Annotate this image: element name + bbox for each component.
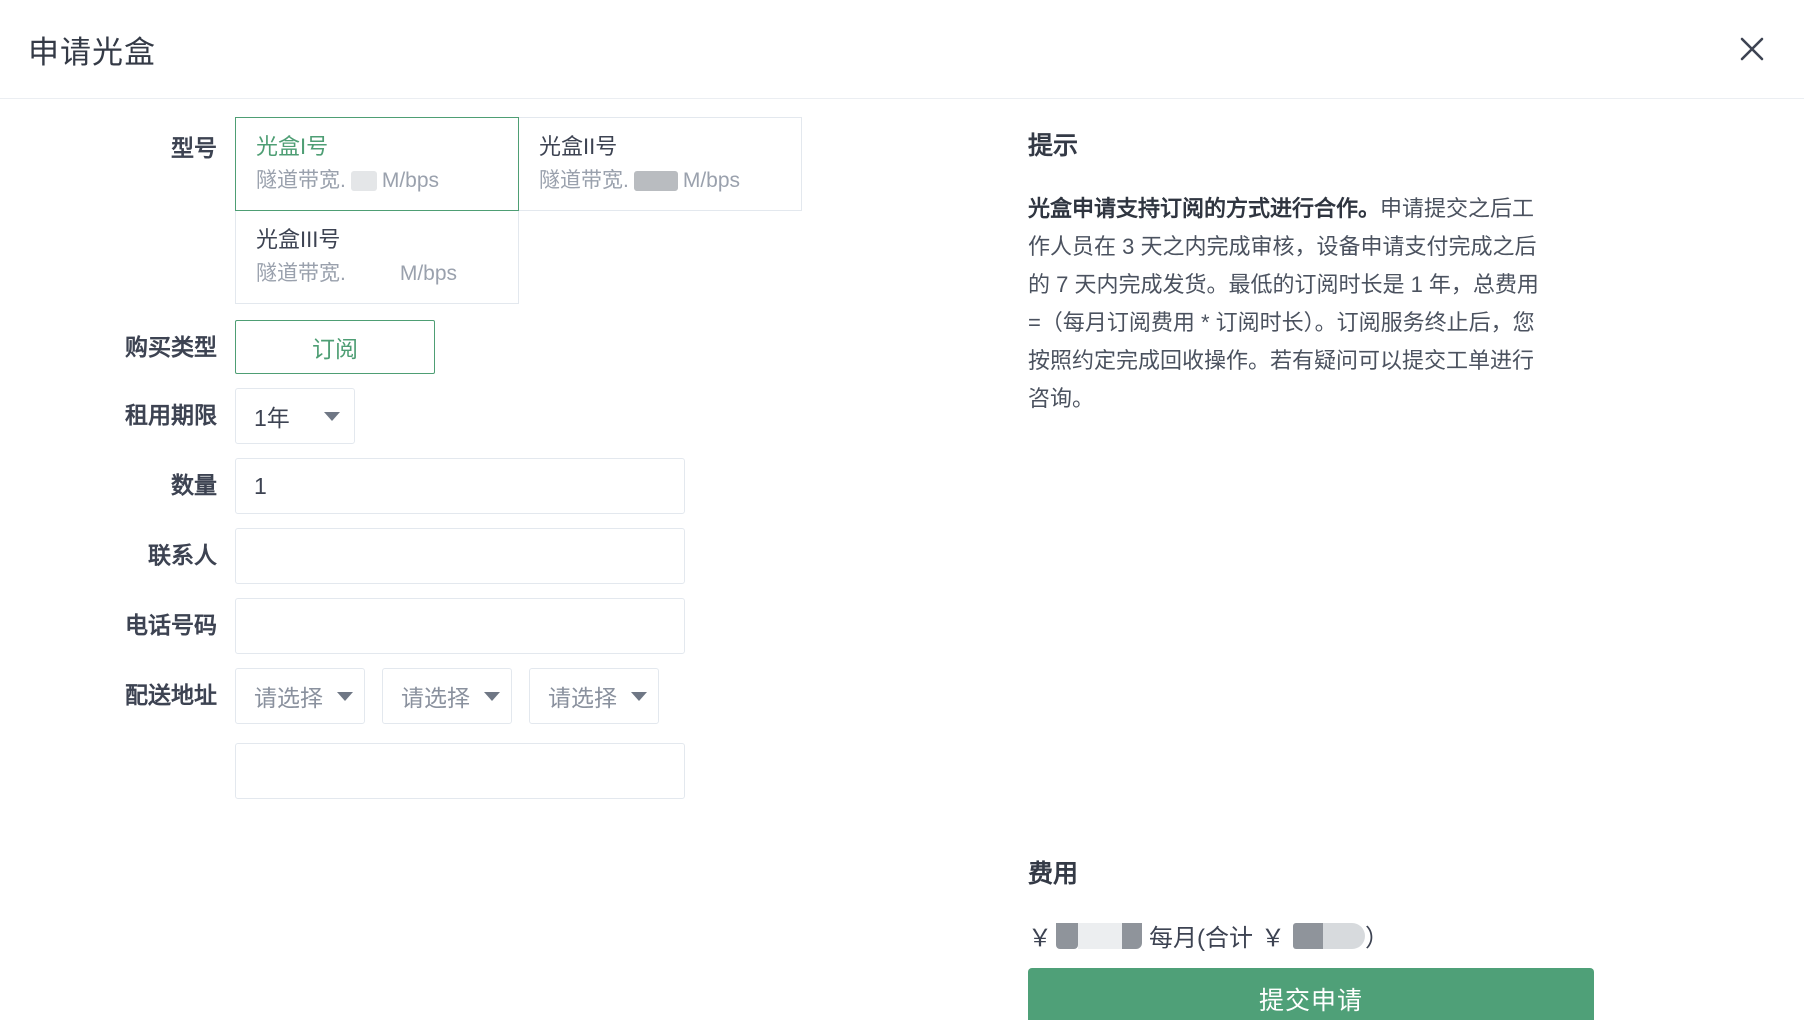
model-card-1-bandwidth: 隧道带宽. M/bps <box>256 167 498 195</box>
address-province-select[interactable]: 请选择 <box>235 668 365 724</box>
quantity-control <box>235 458 1010 514</box>
cost-title: 费用 <box>1028 860 1079 888</box>
model-card-3-name: 光盒III号 <box>256 227 341 252</box>
phone-input[interactable] <box>235 598 685 654</box>
model-card-2-bw-label: 隧道带宽. <box>539 169 629 192</box>
address-city-select[interactable]: 请选择 <box>382 668 512 724</box>
tips-body: 光盒申请支持订阅的方式进行合作。申请提交之后工作人员在 3 天之内完成审核，设备… <box>1028 190 1541 418</box>
address-detail-input[interactable] <box>235 743 685 799</box>
cost-total-redacted-b <box>1323 922 1365 949</box>
address-label: 配送地址 <box>125 682 217 708</box>
model-card-3-bw-unit: M/bps <box>399 262 458 285</box>
form-row-address: 配送地址 请选择 请选择 请选择 <box>0 668 1010 799</box>
cost-monthly-redacted-b <box>1078 922 1122 949</box>
side-pane: 提示 光盒申请支持订阅的方式进行合作。申请提交之后工作人员在 3 天之内完成审核… <box>1010 99 1804 1020</box>
cost-currency-symbol: ￥ <box>1028 925 1052 952</box>
quantity-label: 数量 <box>171 472 217 498</box>
phone-label: 电话号码 <box>125 612 217 638</box>
form-row-quantity: 数量 <box>0 458 1010 514</box>
term-control: 1年 <box>235 388 1010 444</box>
form-row-purchase-type: 购买类型 订阅 <box>0 320 1010 374</box>
model-card-3-bw-redacted <box>351 264 395 284</box>
submit-application-button[interactable]: 提交申请 <box>1028 968 1594 1020</box>
cost-line: ￥ 每月(合计 ￥ ） <box>1028 918 1528 953</box>
purchase-type-control: 订阅 <box>235 320 1010 374</box>
model-card-3-bw-label: 隧道带宽. <box>256 262 346 285</box>
model-card-1-bw-redacted <box>350 171 377 191</box>
model-card-1[interactable]: 光盒I号 隧道带宽. M/bps <box>235 117 519 211</box>
dialog-header: 申请光盒 <box>0 0 1804 99</box>
chevron-down-icon <box>324 411 340 421</box>
model-card-3-bandwidth: 隧道带宽. M/bps <box>256 260 498 288</box>
apply-light-box-dialog: 申请光盒 型号 光盒I号 隧道带宽. M/bps 光盒II号 隧道带宽. M/b… <box>0 0 1804 1020</box>
cost-total-currency-symbol: ￥ <box>1261 925 1285 952</box>
cost-total-redacted-a <box>1293 922 1323 949</box>
model-card-2[interactable]: 光盒II号 隧道带宽. M/bps <box>518 117 802 211</box>
form-row-term: 租用期限 1年 <box>0 388 1010 444</box>
model-card-2-name: 光盒II号 <box>539 134 618 159</box>
model-card-1-name: 光盒I号 <box>256 134 329 159</box>
address-province-value: 请选择 <box>254 685 323 711</box>
page-title: 申请光盒 <box>28 34 156 70</box>
tips-lead: 光盒申请支持订阅的方式进行合作。 <box>1028 196 1381 221</box>
model-card-group: 光盒I号 隧道带宽. M/bps 光盒II号 隧道带宽. M/bps 光盒III… <box>235 117 803 304</box>
contact-control <box>235 528 1010 584</box>
purchase-type-subscription-button[interactable]: 订阅 <box>235 320 435 374</box>
contact-label: 联系人 <box>148 542 217 568</box>
application-form: 型号 光盒I号 隧道带宽. M/bps 光盒II号 隧道带宽. M/bps 光盒… <box>0 99 1010 1020</box>
model-label: 型号 <box>171 135 217 161</box>
cost-block: 费用 ￥ 每月(合计 ￥ ） <box>1028 854 1528 953</box>
address-select-group: 请选择 请选择 请选择 <box>235 668 1010 724</box>
chevron-down-icon <box>631 691 647 701</box>
model-card-2-bw-redacted <box>633 171 678 191</box>
close-icon[interactable] <box>1730 27 1774 71</box>
model-card-2-bandwidth: 隧道带宽. M/bps <box>539 167 781 195</box>
term-label: 租用期限 <box>125 402 217 428</box>
phone-control <box>235 598 1010 654</box>
address-control: 请选择 请选择 请选择 <box>235 668 1010 799</box>
quantity-input[interactable] <box>235 458 685 514</box>
model-card-1-bw-label: 隧道带宽. <box>256 169 346 192</box>
chevron-down-icon <box>337 691 353 701</box>
address-district-value: 请选择 <box>548 685 617 711</box>
cost-monthly-redacted-c <box>1122 922 1142 949</box>
tips-text: 申请提交之后工作人员在 3 天之内完成审核，设备申请支付完成之后的 7 天内完成… <box>1028 196 1539 411</box>
contact-input[interactable] <box>235 528 685 584</box>
model-card-1-bw-unit: M/bps <box>381 169 440 192</box>
address-district-select[interactable]: 请选择 <box>529 668 659 724</box>
term-select[interactable]: 1年 <box>235 388 355 444</box>
model-card-2-bw-unit: M/bps <box>682 169 741 192</box>
form-row-contact: 联系人 <box>0 528 1010 584</box>
tips-title: 提示 <box>1028 132 1079 160</box>
address-city-value: 请选择 <box>401 685 470 711</box>
cost-close-paren: ） <box>1365 925 1389 952</box>
form-row-phone: 电话号码 <box>0 598 1010 654</box>
cost-per-month-text: 每月(合计 <box>1149 925 1253 952</box>
address-detail-wrap <box>235 743 1010 799</box>
model-control: 光盒I号 隧道带宽. M/bps 光盒II号 隧道带宽. M/bps 光盒III… <box>235 117 1010 304</box>
term-select-value: 1年 <box>254 405 290 431</box>
form-row-model: 型号 光盒I号 隧道带宽. M/bps 光盒II号 隧道带宽. M/bps 光盒… <box>0 117 1010 304</box>
purchase-type-label: 购买类型 <box>125 334 217 360</box>
dialog-body: 型号 光盒I号 隧道带宽. M/bps 光盒II号 隧道带宽. M/bps 光盒… <box>0 99 1804 1020</box>
model-card-3[interactable]: 光盒III号 隧道带宽. M/bps <box>235 210 519 304</box>
cost-monthly-redacted-a <box>1056 922 1078 949</box>
chevron-down-icon <box>484 691 500 701</box>
